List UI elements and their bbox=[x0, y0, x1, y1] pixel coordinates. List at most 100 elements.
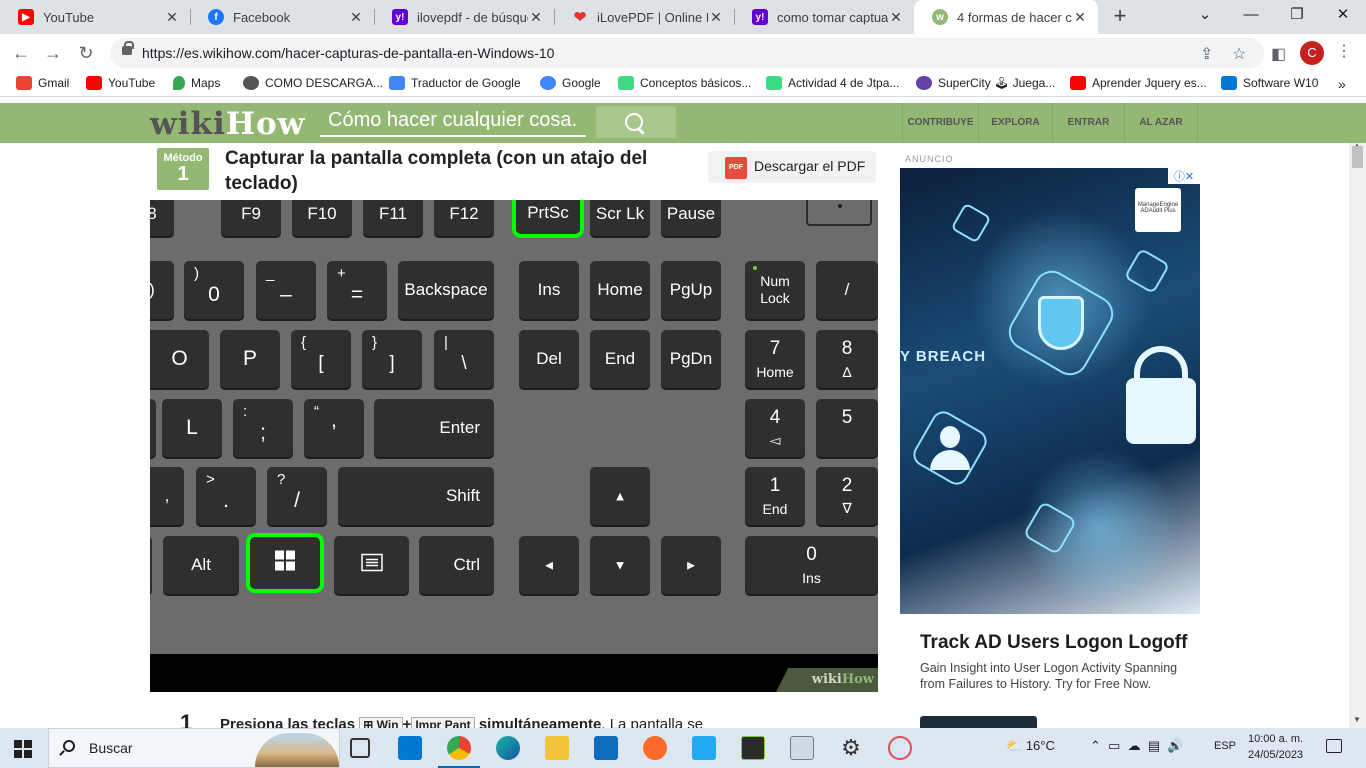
restore-button[interactable]: ❐ bbox=[1274, 0, 1320, 32]
ad-brand-logo[interactable]: ManageEngine ADAudit Plus bbox=[1135, 188, 1181, 232]
system-tray-icons[interactable]: ⌃ ▭ ☁ ▤ 🔊 bbox=[1090, 738, 1184, 754]
ad-info-icon[interactable]: ⓘ✕ bbox=[1168, 168, 1200, 184]
wikihow-logo[interactable]: wikiHow bbox=[150, 106, 305, 142]
bookmark-como-descargar[interactable]: COMO DESCARGA... bbox=[243, 76, 383, 90]
ad-title[interactable]: Track AD Users Logon Logoff bbox=[920, 632, 1187, 654]
close-icon[interactable]: ✕ bbox=[1072, 9, 1088, 26]
bookmark-maps[interactable]: Maps bbox=[173, 76, 220, 90]
key-label: / bbox=[844, 280, 850, 299]
photos-icon[interactable] bbox=[790, 736, 814, 760]
tab-facebook[interactable]: f Facebook ✕ bbox=[190, 0, 374, 34]
page-scrollbar[interactable]: ▲ ▼ bbox=[1349, 141, 1366, 728]
close-window-button[interactable]: ✕ bbox=[1320, 0, 1366, 32]
advertisement[interactable]: Y BREACH ManageEngine ADAudit Plus ⓘ✕ Tr… bbox=[900, 168, 1200, 730]
vscode-icon[interactable] bbox=[692, 736, 716, 760]
weather-widget[interactable]: ⛅ 16°C bbox=[1006, 738, 1055, 754]
nav-al-azar[interactable]: AL AZAR bbox=[1124, 103, 1198, 143]
key-arrow-up: ▲ bbox=[590, 467, 650, 525]
key-label: Alt bbox=[191, 555, 211, 574]
bookmark-youtube[interactable]: YouTube bbox=[86, 76, 155, 90]
nav-contribuye[interactable]: CONTRIBUYE bbox=[902, 103, 978, 143]
clock[interactable]: 10:00 a. m. 24/05/2023 bbox=[1248, 731, 1303, 763]
key-sub-label: Ins bbox=[802, 570, 821, 586]
terminal-icon[interactable] bbox=[741, 736, 765, 760]
store-icon[interactable] bbox=[594, 736, 618, 760]
yahoo-icon: y! bbox=[392, 9, 408, 25]
close-icon[interactable]: ✕ bbox=[888, 9, 904, 26]
key-label: Ins bbox=[537, 280, 561, 299]
tab-ilovepdf[interactable]: ❤ iLovePDF | Online PDF ✕ bbox=[554, 0, 734, 34]
share-icon[interactable]: ⇪ bbox=[1200, 44, 1213, 64]
chrome-icon[interactable] bbox=[447, 736, 471, 760]
taskbar-search[interactable]: Buscar bbox=[48, 728, 340, 768]
scrollbar-thumb[interactable] bbox=[1352, 146, 1363, 168]
bookmark-software-folder[interactable]: Software W10 bbox=[1221, 76, 1318, 90]
language-indicator[interactable]: ESP bbox=[1214, 740, 1236, 752]
tab-youtube[interactable]: ▶ YouTube ✕ bbox=[0, 0, 190, 34]
key-bracket-close: }] bbox=[362, 330, 422, 388]
key-scrlk: Scr Lk bbox=[590, 200, 650, 236]
keyboard-illustration: 8 F9 F10 F11 F12 PrtSc Scr Lk Pause ) )0… bbox=[150, 200, 878, 692]
lock-icon[interactable] bbox=[122, 41, 134, 55]
forward-button[interactable]: → bbox=[40, 40, 66, 66]
bookmark-actividad[interactable]: Actividad 4 de Jtpa... bbox=[766, 76, 899, 90]
new-tab-button[interactable]: + bbox=[1108, 4, 1132, 28]
close-icon[interactable]: ✕ bbox=[348, 9, 364, 26]
url-text[interactable]: https://es.wikihow.com/hacer-capturas-de… bbox=[142, 45, 554, 61]
more-bookmarks-icon[interactable]: » bbox=[1338, 76, 1346, 92]
ad-image[interactable]: Y BREACH ManageEngine ADAudit Plus ⓘ✕ bbox=[900, 168, 1200, 614]
close-icon[interactable]: ✕ bbox=[708, 9, 724, 26]
weather-temp: 16°C bbox=[1025, 738, 1055, 753]
nav-explora[interactable]: EXPLORA bbox=[978, 103, 1052, 143]
key-label: ; bbox=[260, 420, 266, 444]
mail-icon[interactable] bbox=[398, 736, 422, 760]
tab-wikihow[interactable]: w 4 formas de hacer cap ✕ bbox=[914, 0, 1098, 34]
minimize-button[interactable]: — bbox=[1228, 0, 1274, 32]
side-panel-icon[interactable]: ◧ bbox=[1271, 44, 1286, 64]
close-icon[interactable]: ✕ bbox=[528, 9, 544, 26]
address-bar[interactable]: https://es.wikihow.com/hacer-capturas-de… bbox=[110, 38, 1264, 68]
tab-search-icon[interactable]: ⌄ bbox=[1182, 0, 1228, 32]
bookmark-gmail[interactable]: Gmail bbox=[16, 76, 69, 90]
scroll-down-icon[interactable]: ▼ bbox=[1353, 715, 1361, 724]
bookmark-star-icon[interactable]: ☆ bbox=[1232, 44, 1246, 64]
bookmark-supercity[interactable]: SuperCity 🕹 Juega... bbox=[916, 76, 1055, 90]
start-button[interactable] bbox=[14, 740, 32, 758]
tab-captura[interactable]: y! como tomar captua de ✕ bbox=[734, 0, 914, 34]
menu-icon[interactable]: ⋮ bbox=[1336, 41, 1352, 61]
maps-icon bbox=[173, 76, 185, 90]
bookmarks-bar: Gmail YouTube Maps COMO DESCARGA... Trad… bbox=[0, 72, 1366, 97]
wikihow-header: wikiHow Cómo hacer cualquier cosa. CONTR… bbox=[0, 103, 1366, 143]
site-search-input[interactable]: Cómo hacer cualquier cosa. bbox=[320, 107, 586, 137]
download-pdf-button[interactable]: PDF Descargar el PDF bbox=[708, 151, 876, 183]
tab-ilovepdf-search[interactable]: y! ilovepdf - de búsqued ✕ bbox=[374, 0, 554, 34]
notification-icon[interactable] bbox=[1326, 739, 1342, 753]
key-num2: 2 ∇ bbox=[816, 467, 878, 525]
back-button[interactable]: ← bbox=[8, 40, 34, 66]
snipping-tool-icon[interactable] bbox=[888, 736, 912, 760]
method-number: 1 bbox=[177, 163, 189, 185]
task-view-icon[interactable] bbox=[350, 738, 370, 758]
key-shift-label: _ bbox=[266, 265, 275, 282]
file-explorer-icon[interactable] bbox=[545, 736, 569, 760]
settings-icon[interactable]: ⚙ bbox=[839, 736, 863, 760]
key-prtsc-highlighted: PrtSc bbox=[512, 200, 584, 238]
weather-icon: ⛅ bbox=[1006, 738, 1023, 753]
search-icon[interactable] bbox=[596, 106, 676, 138]
profile-avatar[interactable]: C bbox=[1300, 41, 1324, 65]
app-orange-icon[interactable] bbox=[643, 736, 667, 760]
tab-title: iLovePDF | Online PDF bbox=[597, 9, 708, 25]
key-label: 8 bbox=[841, 338, 853, 359]
key-label: PgUp bbox=[669, 280, 713, 299]
bookmark-jquery[interactable]: Aprender Jquery es... bbox=[1070, 76, 1207, 90]
key-menu bbox=[334, 536, 409, 594]
bookmark-traductor[interactable]: Traductor de Google bbox=[389, 76, 521, 90]
edge-icon[interactable] bbox=[496, 736, 520, 760]
bookmark-google[interactable]: Google bbox=[540, 76, 601, 90]
bookmark-conceptos[interactable]: Conceptos básicos... bbox=[618, 76, 751, 90]
close-icon[interactable]: ✕ bbox=[164, 9, 180, 26]
key-label: \ bbox=[461, 352, 467, 374]
nav-entrar[interactable]: ENTRAR bbox=[1052, 103, 1124, 143]
key-label: End bbox=[604, 349, 636, 368]
reload-button[interactable]: ↻ bbox=[73, 40, 99, 66]
